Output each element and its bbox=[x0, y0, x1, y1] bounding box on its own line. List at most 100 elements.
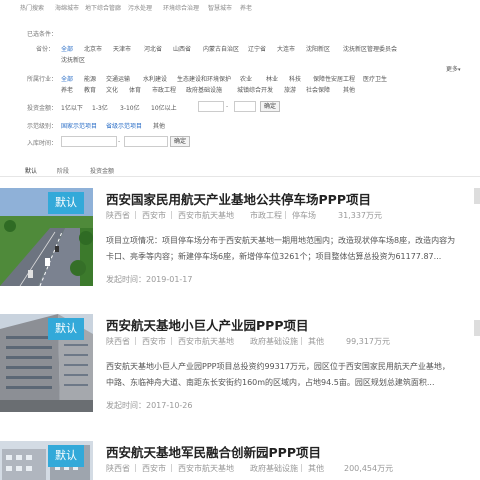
hot-search-link-environment[interactable]: 环境综合治理 bbox=[163, 3, 199, 12]
amount-option[interactable]: 1亿以下 bbox=[61, 103, 83, 112]
industry-option[interactable]: 农业 bbox=[240, 74, 252, 83]
province-option[interactable]: 沈抚新区管理委员会 bbox=[343, 44, 397, 53]
industry-option[interactable]: 政府基础设施 bbox=[186, 85, 222, 94]
hot-search-link-elderly-care[interactable]: 养老 bbox=[240, 3, 252, 12]
date-range-dash: - bbox=[118, 138, 121, 145]
project-date: 发起时间：2019-01-17 bbox=[106, 275, 193, 284]
amount-option[interactable]: 1-3亿 bbox=[92, 103, 108, 112]
meta-separator: | bbox=[300, 463, 303, 472]
meta-separator: | bbox=[300, 336, 303, 345]
date-confirm-button[interactable]: 确定 bbox=[170, 136, 191, 147]
filter-panel: 已选条件： 省份： 全部 北京市 天津市 河北省 山西省 内蒙古自治区 辽宁省 … bbox=[0, 20, 480, 155]
default-badge: 默认 bbox=[48, 445, 84, 467]
project-card[interactable]: 默认 西安航天基地小巨人产业园PPP项目 陕西省 | 西安市 | 西安市航天基地… bbox=[0, 314, 480, 439]
demo-level-option[interactable]: 省级示范项目 bbox=[106, 121, 142, 130]
selected-conditions-label: 已选条件： bbox=[27, 31, 58, 38]
amount-max-input[interactable] bbox=[234, 101, 256, 112]
amount-label: 投资金额： bbox=[27, 105, 58, 112]
industry-option[interactable]: 水利建设 bbox=[143, 74, 167, 83]
hot-search-link-utility-tunnel[interactable]: 地下综合管廊 bbox=[85, 3, 121, 12]
industry-label: 所属行业： bbox=[27, 76, 58, 83]
industry-option[interactable]: 生态建设和环境保护 bbox=[177, 74, 231, 83]
project-card[interactable]: 默认 西安航天基地军民融合创新园PPP项目 陕西省 | 西安市 | 西安市航天基… bbox=[0, 441, 480, 480]
industry-option[interactable]: 医疗卫生 bbox=[363, 74, 387, 83]
amount-min-input[interactable] bbox=[198, 101, 224, 112]
project-district: 西安市航天基地 bbox=[178, 337, 234, 346]
industry-option[interactable]: 能源 bbox=[84, 74, 96, 83]
demo-level-option[interactable]: 国家示范项目 bbox=[61, 121, 97, 130]
project-thumbnail[interactable]: 默认 bbox=[0, 441, 93, 480]
province-option[interactable]: 北京市 bbox=[84, 44, 102, 53]
project-district: 西安市航天基地 bbox=[178, 211, 234, 220]
hot-search-link-smart-city[interactable]: 智慧城市 bbox=[208, 3, 232, 12]
date-end-input[interactable] bbox=[124, 136, 168, 147]
industry-option[interactable]: 城镇综合开发 bbox=[237, 85, 273, 94]
hot-search-label: 热门搜索 bbox=[20, 5, 45, 12]
project-subcategory: 其他 bbox=[308, 337, 324, 346]
hot-search-link-sewage[interactable]: 污水处理 bbox=[128, 3, 152, 12]
industry-option[interactable]: 旅游 bbox=[284, 85, 296, 94]
amount-option[interactable]: 3-10亿 bbox=[120, 103, 140, 112]
sort-tab-default[interactable]: 默认 bbox=[25, 166, 37, 175]
meta-separator: | bbox=[134, 463, 137, 472]
project-thumbnail[interactable]: 默认 bbox=[0, 188, 93, 286]
province-label: 省份： bbox=[36, 46, 55, 53]
project-subcategory: 停车场 bbox=[292, 211, 316, 220]
industry-option[interactable]: 社会保障 bbox=[306, 85, 330, 94]
project-thumbnail[interactable]: 默认 bbox=[0, 314, 93, 412]
province-option[interactable]: 辽宁省 bbox=[248, 44, 266, 53]
sort-tab-stage[interactable]: 阶段 bbox=[57, 166, 69, 175]
demo-level-option[interactable]: 其他 bbox=[153, 121, 165, 130]
industry-option[interactable]: 其他 bbox=[343, 85, 355, 94]
project-province: 陕西省 bbox=[106, 464, 130, 473]
date-start-input[interactable] bbox=[61, 136, 117, 147]
meta-separator: | bbox=[170, 336, 173, 345]
project-amount: 31,337万元 bbox=[338, 211, 382, 220]
project-category: 市政工程 bbox=[250, 211, 282, 220]
industry-option[interactable]: 文化 bbox=[106, 85, 118, 94]
industry-option[interactable]: 教育 bbox=[84, 85, 96, 94]
province-option[interactable]: 天津市 bbox=[113, 44, 131, 53]
amount-confirm-button[interactable]: 确定 bbox=[260, 101, 281, 112]
province-option[interactable]: 沈抚新区 bbox=[61, 55, 85, 64]
project-title[interactable]: 西安航天基地小巨人产业园PPP项目 bbox=[106, 315, 309, 334]
industry-option[interactable]: 交通运输 bbox=[106, 74, 130, 83]
default-badge: 默认 bbox=[48, 192, 84, 214]
meta-separator: | bbox=[170, 463, 173, 472]
project-amount: 200,454万元 bbox=[344, 464, 394, 473]
side-tab[interactable] bbox=[474, 320, 480, 336]
project-title[interactable]: 西安航天基地军民融合创新园PPP项目 bbox=[106, 442, 321, 461]
province-option[interactable]: 内蒙古自治区 bbox=[203, 44, 239, 53]
project-title[interactable]: 西安国家民用航天产业基地公共停车场PPP项目 bbox=[106, 189, 371, 208]
meta-separator: | bbox=[134, 210, 137, 219]
industry-option[interactable]: 体育 bbox=[129, 85, 141, 94]
industry-option[interactable]: 林业 bbox=[266, 74, 278, 83]
project-province: 陕西省 bbox=[106, 211, 130, 220]
project-province: 陕西省 bbox=[106, 337, 130, 346]
amount-option[interactable]: 10亿以上 bbox=[151, 103, 177, 112]
description-line: 中路、东临神舟大道、南距东长安街约160m的区域内，占地94.5亩。园区规划总建… bbox=[106, 378, 435, 387]
project-amount: 99,317万元 bbox=[346, 337, 390, 346]
sort-tabs: 默认 阶段 投资金额 bbox=[0, 163, 480, 177]
description-line: 卡口、亮季等内容；新建停车场6座，新增停车位3261个；项目整体估算总投资为61… bbox=[106, 252, 442, 261]
industry-option[interactable]: 保障性安居工程 bbox=[313, 74, 355, 83]
description-line: 项目立项情况：项目停车场分布于西安航天基地一期用地范围内；改造现状停车场8座，改… bbox=[106, 236, 456, 245]
more-label: 更多 bbox=[446, 66, 459, 73]
project-category: 政府基础设施 bbox=[250, 337, 298, 346]
province-option[interactable]: 山西省 bbox=[173, 44, 191, 53]
industry-option[interactable]: 科技 bbox=[289, 74, 301, 83]
province-option[interactable]: 全部 bbox=[61, 44, 73, 53]
project-card[interactable]: 默认 西安国家民用航天产业基地公共停车场PPP项目 陕西省 | 西安市 | 西安… bbox=[0, 188, 480, 313]
more-provinces-link[interactable]: 更多▾ bbox=[446, 64, 461, 73]
hot-search-link-sponge-city[interactable]: 海绵城市 bbox=[55, 3, 79, 12]
project-city: 西安市 bbox=[142, 337, 166, 346]
province-option[interactable]: 河北省 bbox=[144, 44, 162, 53]
industry-option[interactable]: 市政工程 bbox=[152, 85, 176, 94]
side-tab[interactable] bbox=[474, 188, 480, 204]
sort-tab-amount[interactable]: 投资金额 bbox=[90, 166, 114, 175]
province-option[interactable]: 沈阳新区 bbox=[306, 44, 330, 53]
description-line: 西安航天基地小巨人产业园PPP项目总投资约99317万元，园区位于西安国家民用航… bbox=[106, 362, 450, 371]
industry-option[interactable]: 全部 bbox=[61, 74, 73, 83]
industry-option[interactable]: 养老 bbox=[61, 85, 73, 94]
province-option[interactable]: 大连市 bbox=[277, 44, 295, 53]
